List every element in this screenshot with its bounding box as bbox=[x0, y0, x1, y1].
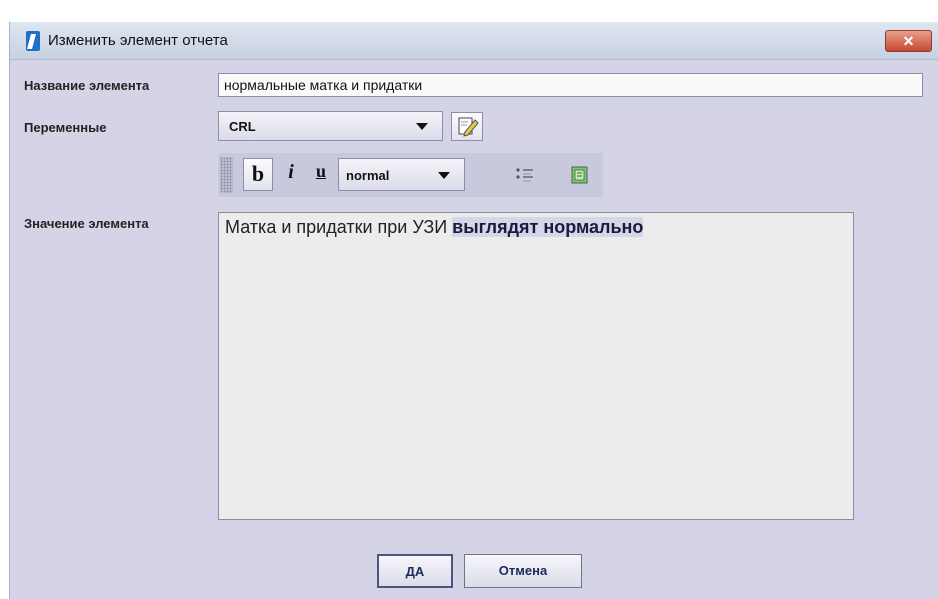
edit-variable-button[interactable] bbox=[451, 112, 483, 141]
chevron-down-icon bbox=[416, 123, 428, 130]
ok-button[interactable]: ДА bbox=[377, 554, 453, 588]
element-name-input[interactable]: нормальные матка и придатки bbox=[218, 73, 923, 97]
text-style-selected-value: normal bbox=[346, 168, 390, 183]
toolbar-grip[interactable] bbox=[220, 157, 233, 193]
text-style-select[interactable]: normal bbox=[338, 158, 465, 191]
bulleted-list-icon bbox=[516, 168, 533, 182]
edit-report-element-dialog: Изменить элемент отчета ✕ Название элеме… bbox=[9, 22, 938, 599]
variables-select[interactable]: CRL bbox=[218, 111, 443, 141]
close-button[interactable]: ✕ bbox=[885, 30, 932, 52]
dialog-title: Изменить элемент отчета bbox=[48, 32, 228, 49]
chevron-down-icon bbox=[438, 172, 450, 179]
close-icon: ✕ bbox=[902, 33, 915, 49]
bold-label: b bbox=[251, 161, 265, 186]
element-value-editor[interactable]: Матка и придатки при УЗИ выглядят нормал… bbox=[218, 212, 854, 520]
document-icon bbox=[26, 31, 40, 51]
title-bar[interactable]: Изменить элемент отчета ✕ bbox=[10, 22, 938, 60]
insert-field-icon bbox=[571, 166, 588, 184]
element-value-label: Значение элемента bbox=[24, 216, 149, 231]
cancel-button[interactable]: Отмена bbox=[464, 554, 582, 588]
editor-bold-text: выглядят нормально bbox=[452, 217, 644, 237]
formatting-toolbar: b i u normal bbox=[218, 153, 603, 197]
bulleted-list-button[interactable] bbox=[514, 165, 538, 185]
insert-field-button[interactable] bbox=[569, 164, 591, 186]
bold-button[interactable]: b bbox=[243, 158, 273, 191]
underline-button[interactable]: u bbox=[308, 161, 334, 189]
element-name-label: Название элемента bbox=[24, 78, 150, 93]
edit-pencil-icon bbox=[458, 117, 479, 137]
editor-plain-text: Матка и придатки при УЗИ bbox=[225, 217, 453, 237]
italic-button[interactable]: i bbox=[278, 161, 304, 189]
variables-label: Переменные bbox=[24, 120, 107, 135]
variables-selected-value: CRL bbox=[229, 119, 256, 134]
